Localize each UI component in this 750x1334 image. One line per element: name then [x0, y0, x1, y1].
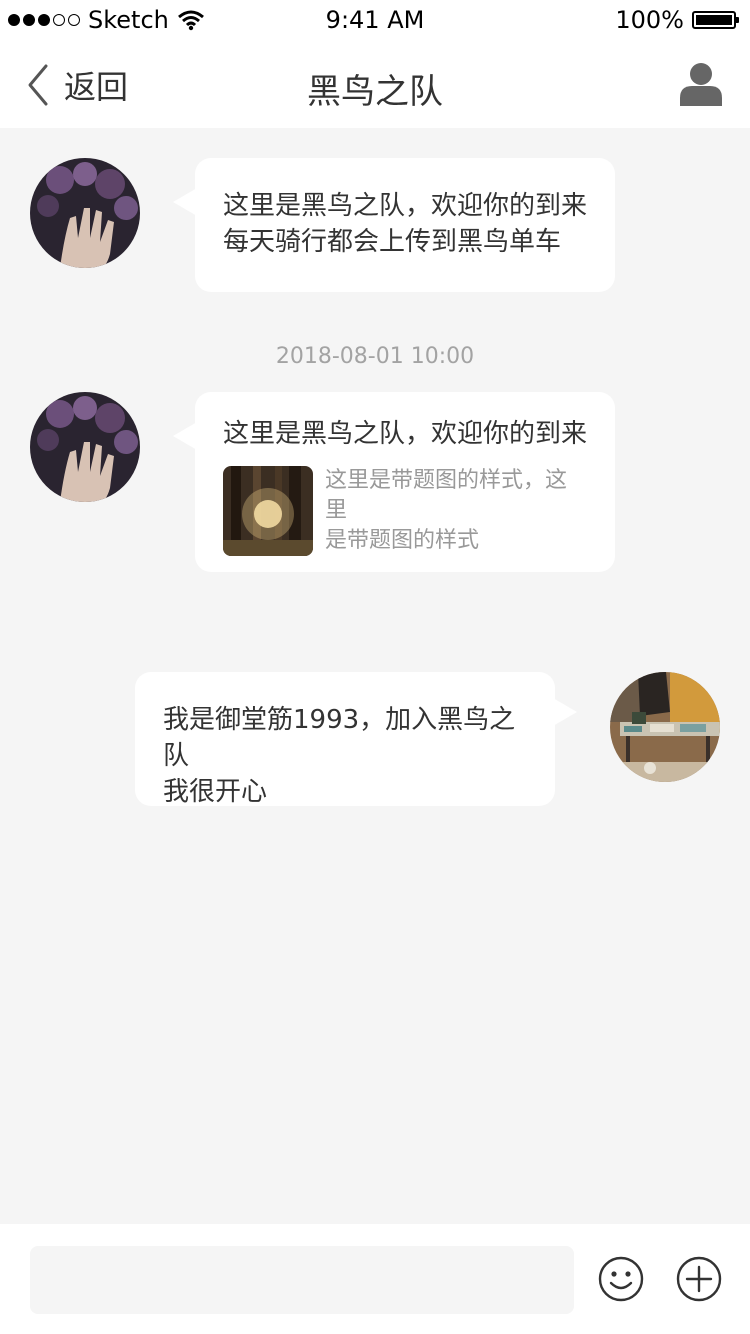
- card-description: 这里是带题图的样式，这里 是带题图的样式: [325, 466, 587, 556]
- profile-button[interactable]: [680, 62, 722, 110]
- battery-icon: [692, 11, 739, 29]
- message-input[interactable]: [30, 1246, 574, 1314]
- message-line: 这里是黑鸟之队，欢迎你的到来: [223, 191, 588, 221]
- emoji-button[interactable]: [598, 1256, 644, 1306]
- card-line: 这里是带题图的样式，这里: [325, 468, 568, 523]
- page-title: 黑鸟之队: [307, 72, 443, 112]
- message-text: 这里是黑鸟之队，欢迎你的到来: [223, 419, 588, 449]
- battery-percent: 100%: [615, 6, 684, 34]
- smiley-icon: [598, 1256, 644, 1302]
- card-thumbnail: [223, 466, 313, 556]
- header: Sketch 9:41 AM 100% 返回 黑鸟之队: [0, 0, 750, 128]
- card-line: 是带题图的样式: [325, 528, 480, 553]
- avatar-self[interactable]: [610, 672, 720, 782]
- add-button[interactable]: [676, 1256, 722, 1306]
- timestamp: 2018-08-01 10:00: [275, 344, 475, 369]
- message-bubble-self[interactable]: 我是御堂筋1993，加入黑鸟之队 我很开心: [135, 672, 577, 807]
- avatar[interactable]: [30, 392, 140, 502]
- plus-circle-icon: [676, 1256, 722, 1302]
- message-line: 我很开心: [163, 777, 268, 807]
- nav-bar: 返回 黑鸟之队: [0, 40, 750, 128]
- status-bar: Sketch 9:41 AM 100%: [0, 0, 750, 40]
- message-line: 每天骑行都会上传到黑鸟单车: [223, 227, 562, 257]
- message-line: 我是御堂筋1993，加入黑鸟之队: [163, 705, 516, 771]
- battery-status: 100%: [615, 6, 739, 34]
- message-bubble[interactable]: 这里是黑鸟之队，欢迎你的到来 每天骑行都会上传到黑鸟单车: [173, 158, 615, 292]
- avatar[interactable]: [30, 158, 140, 268]
- message-bubble[interactable]: 这里是黑鸟之队，欢迎你的到来 这里是带题图的样式，这里 是带题图的样式: [173, 392, 615, 572]
- input-bar: [0, 1224, 750, 1334]
- article-card[interactable]: 这里是带题图的样式，这里 是带题图的样式: [223, 466, 587, 556]
- user-icon: [680, 63, 722, 106]
